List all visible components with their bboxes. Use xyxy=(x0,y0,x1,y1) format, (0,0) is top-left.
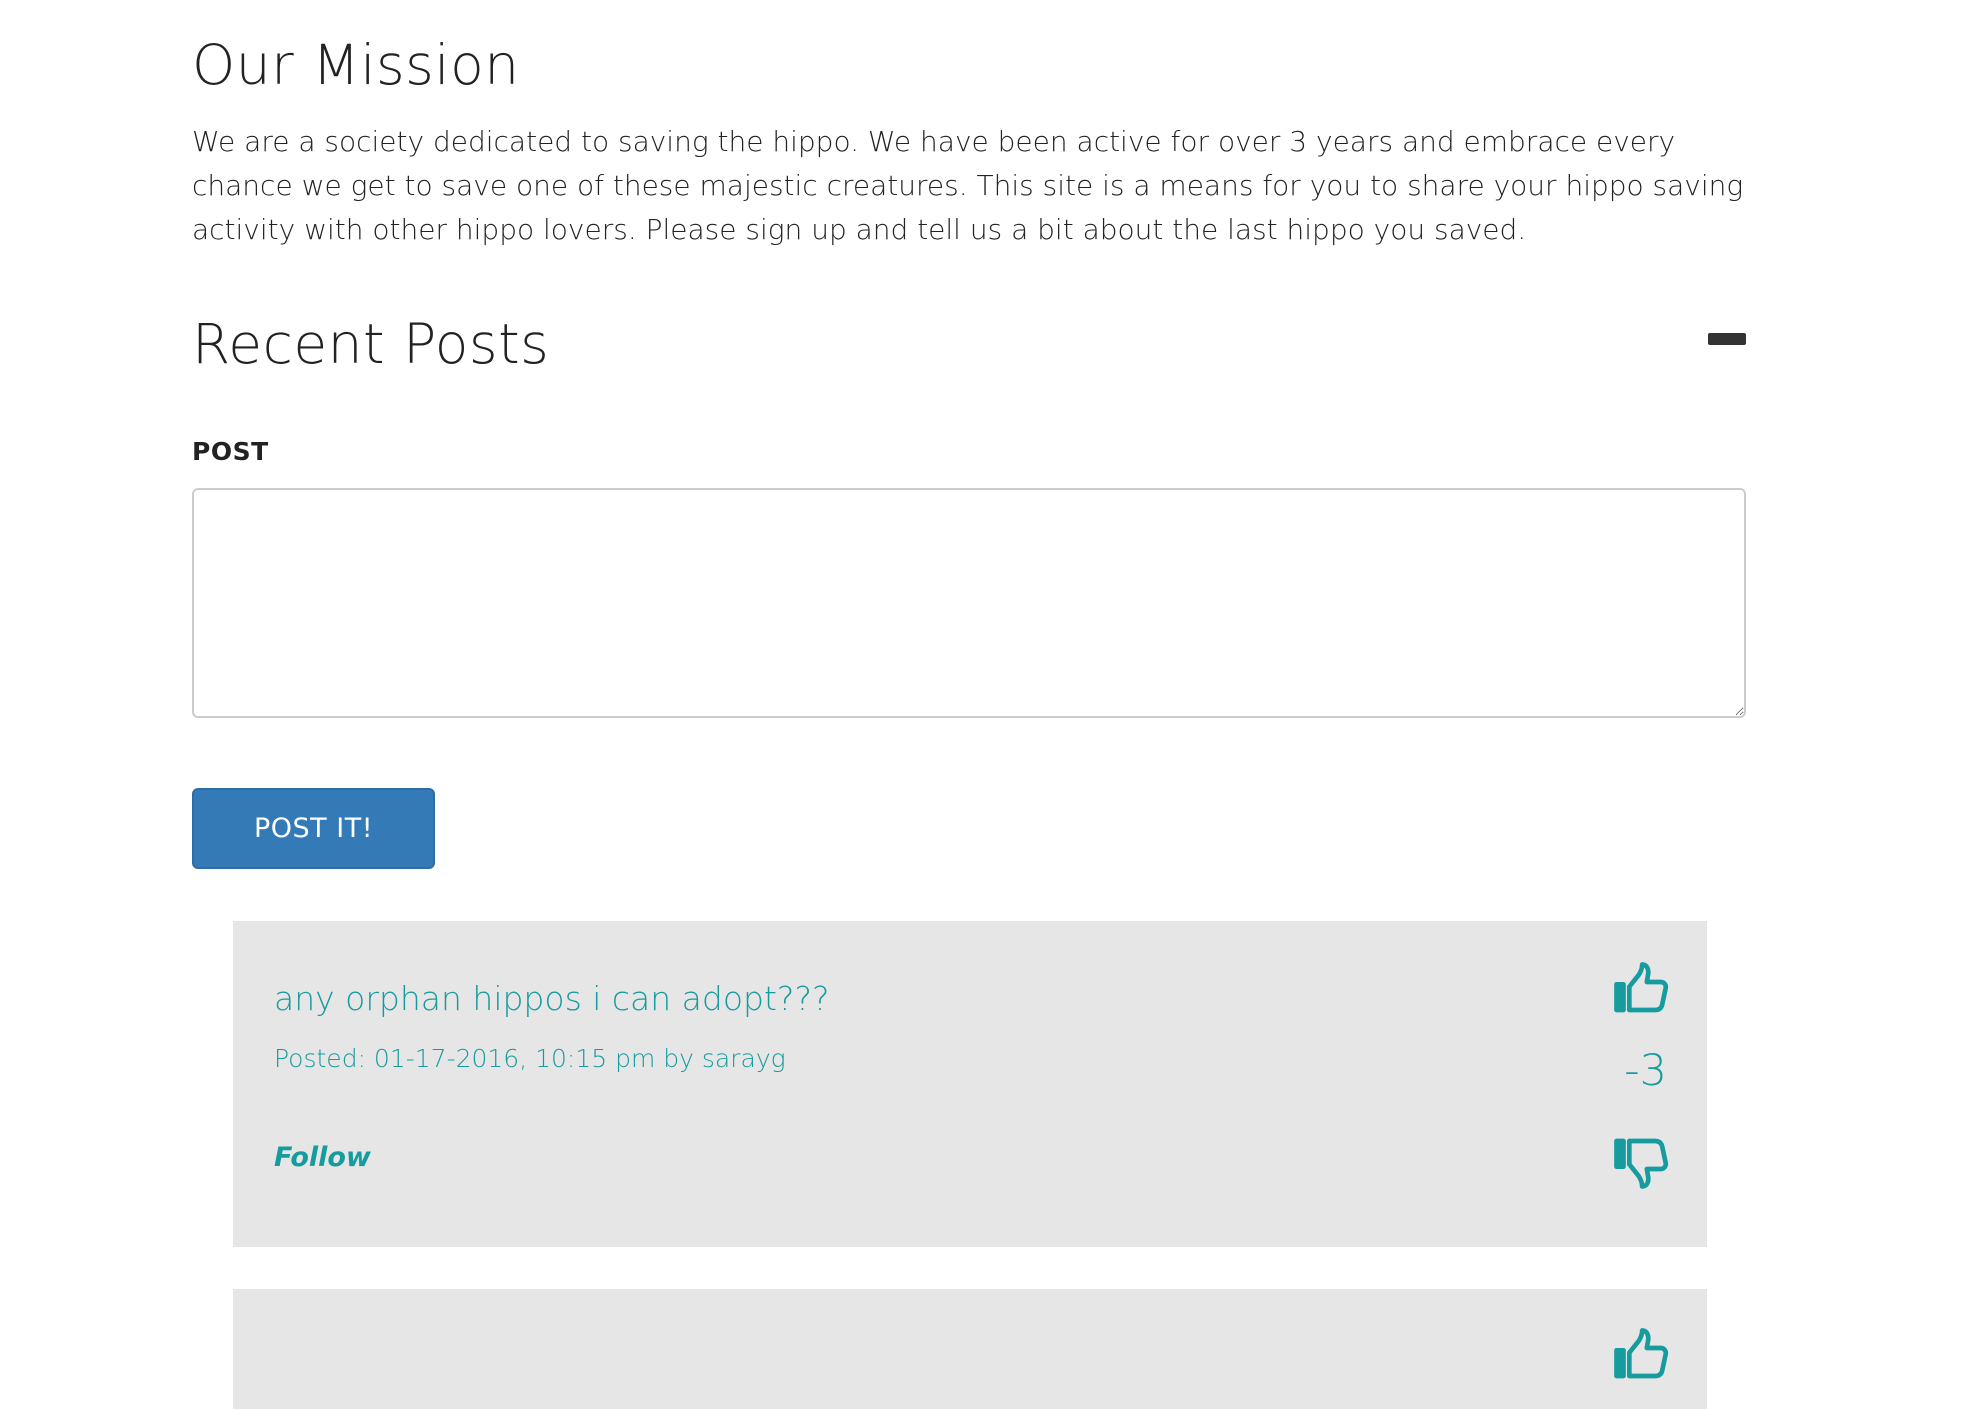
post-card: any orphan hippos i can adopt??? Posted:… xyxy=(233,921,1707,1247)
post-card xyxy=(233,1289,1707,1409)
post-label: POST xyxy=(192,437,269,466)
post-it-button[interactable]: POST IT! xyxy=(192,788,435,869)
thumbs-up-icon[interactable] xyxy=(1613,1327,1669,1383)
recent-posts-title: Recent Posts xyxy=(192,312,550,376)
post-meta: Posted: 01-17-2016, 10:15 pm by sarayg xyxy=(274,1044,786,1073)
post-title[interactable]: any orphan hippos i can adopt??? xyxy=(274,979,829,1018)
vote-count: -3 xyxy=(1624,1046,1667,1096)
mission-text: We are a society dedicated to saving the… xyxy=(192,125,1744,246)
follow-link[interactable]: Follow xyxy=(274,1142,371,1173)
recent-posts-header: Recent Posts xyxy=(192,304,1746,384)
thumbs-up-icon[interactable] xyxy=(1613,961,1669,1017)
mission-title: Our Mission xyxy=(192,33,520,97)
post-textarea[interactable] xyxy=(192,488,1746,718)
posts-list: any orphan hippos i can adopt??? Posted:… xyxy=(233,921,1707,1409)
thumbs-down-icon[interactable] xyxy=(1613,1134,1669,1190)
minus-icon[interactable] xyxy=(1708,333,1746,345)
page-content: Our Mission We are a society dedicated t… xyxy=(192,0,1746,1409)
